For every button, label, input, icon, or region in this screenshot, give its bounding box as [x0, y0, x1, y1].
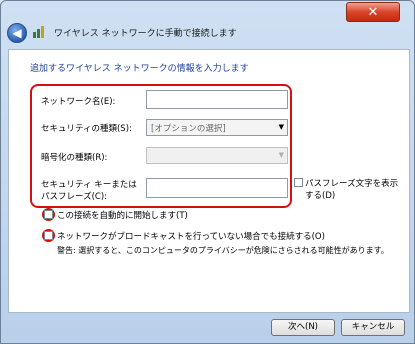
connect-hidden-checkbox[interactable]: [44, 231, 53, 240]
window-title: ワイヤレス ネットワークに手動で接続します: [54, 29, 237, 39]
back-button[interactable]: ◀: [7, 23, 27, 43]
security-type-select[interactable]: [オプションの選択] ▼: [146, 119, 288, 136]
encryption-type-select[interactable]: ▼: [146, 147, 288, 164]
title-bar: ✕ ◀ ワイヤレス ネットワークに手動で接続します: [1, 1, 414, 45]
network-name-input[interactable]: [146, 90, 288, 109]
security-type-value: [オプションの選択]: [151, 124, 226, 134]
chevron-down-icon: ▼: [278, 123, 284, 131]
chevron-down-icon: ▼: [278, 151, 284, 159]
next-button[interactable]: 次へ(N): [271, 319, 335, 336]
close-icon: ✕: [367, 4, 379, 20]
auto-connect-checkbox[interactable]: [44, 210, 53, 219]
encryption-type-label: 暗号化の種類(R):: [41, 153, 108, 163]
close-button[interactable]: ✕: [346, 2, 400, 22]
cancel-button[interactable]: キャンセル: [341, 319, 405, 336]
security-key-label-line1: セキュリティ キーまたは: [41, 180, 137, 190]
security-key-input[interactable]: [146, 178, 288, 198]
network-name-label: ネットワーク名(E):: [41, 97, 116, 107]
security-type-label: セキュリティの種類(S):: [41, 124, 132, 134]
content-panel: 追加するワイヤレス ネットワークの情報を入力します ネットワーク名(E): セキ…: [8, 49, 410, 313]
page-heading: 追加するワイヤレス ネットワークの情報を入力します: [30, 64, 249, 74]
security-key-label-line2: パスフレーズ(C):: [41, 192, 108, 202]
auto-connect-label[interactable]: この接続を自動的に開始します(T): [57, 209, 188, 221]
dialog-window: ✕ ◀ ワイヤレス ネットワークに手動で接続します 追加するワイヤレス ネットワ…: [0, 0, 415, 344]
wireless-network-icon: [33, 26, 44, 38]
show-passphrase-checkbox[interactable]: [294, 178, 303, 187]
privacy-warning-text: 警告: 選択すると、このコンピュータのプライバシーが危険にさらされる可能性があり…: [57, 246, 389, 255]
show-passphrase-label-line1[interactable]: パスフレーズ文字を表示: [305, 177, 398, 189]
connect-hidden-label[interactable]: ネットワークがブロードキャストを行っていない場合でも接続する(O): [57, 230, 325, 242]
show-passphrase-label-line2[interactable]: する(D): [305, 189, 335, 201]
back-arrow-icon: ◀: [12, 26, 22, 40]
